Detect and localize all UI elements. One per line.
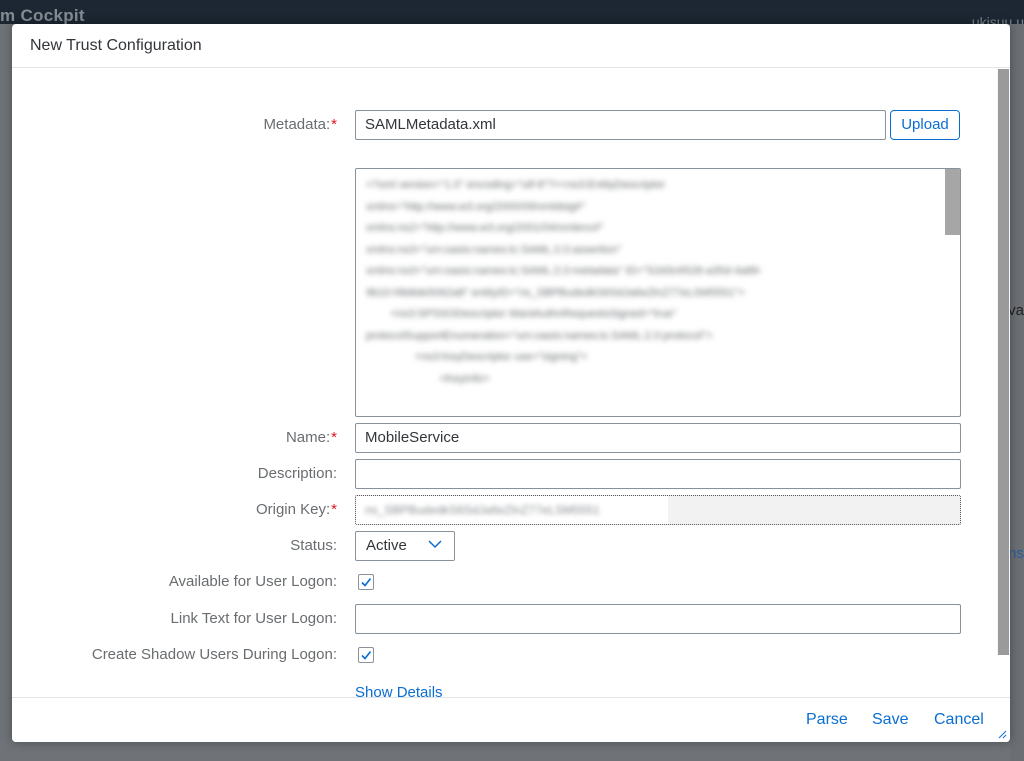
upload-button[interactable]: Upload	[890, 110, 960, 140]
status-row: Status: Active	[12, 530, 997, 562]
description-label: Description:	[257, 465, 337, 482]
status-value: Active	[366, 537, 407, 554]
new-trust-configuration-dialog: New Trust Configuration Metadata:* SAMLM…	[12, 24, 1010, 742]
checkmark-icon	[361, 578, 372, 587]
textarea-scrollbar-thumb[interactable]	[945, 169, 960, 235]
link-text-row: Link Text for User Logon:	[12, 603, 997, 635]
background-text-fragment: va	[1008, 302, 1024, 319]
background-link-fragment: ns	[1008, 545, 1024, 562]
required-indicator: *	[331, 116, 337, 133]
origin-key-label: Origin Key:*	[255, 501, 337, 518]
status-label: Status:	[290, 537, 337, 554]
metadata-row: Metadata:* SAMLMetadata.xml Upload	[12, 109, 997, 141]
status-select[interactable]: Active	[355, 531, 455, 561]
description-input[interactable]	[355, 459, 961, 489]
show-details-link[interactable]: Show Details	[355, 684, 443, 697]
save-button[interactable]: Save	[872, 698, 908, 742]
metadata-file-input[interactable]: SAMLMetadata.xml	[355, 110, 886, 140]
origin-key-value: ns_SBPBudedkS6SdJa6eZlnZ77eLSM5551	[365, 503, 600, 517]
metadata-preview-textarea[interactable]: <?xml version="1.0" encoding="utf-8"?><n…	[355, 168, 961, 417]
description-row: Description:	[12, 458, 997, 490]
dialog-content: Metadata:* SAMLMetadata.xml Upload <?xml…	[12, 69, 1010, 697]
cancel-button[interactable]: Cancel	[934, 698, 984, 742]
available-for-logon-row: Available for User Logon:	[12, 566, 997, 598]
dialog-title: New Trust Configuration	[30, 36, 202, 54]
required-indicator: *	[331, 429, 337, 446]
background-panel-edge	[1010, 24, 1024, 761]
link-text-label: Link Text for User Logon:	[170, 610, 337, 627]
name-row: Name:* MobileService	[12, 422, 997, 454]
resize-handle-icon[interactable]	[998, 730, 1007, 739]
checkmark-icon	[361, 651, 372, 660]
chevron-down-icon	[428, 540, 442, 549]
metadata-label: Metadata:*	[263, 116, 337, 133]
background-shell-bar: m Cockpit ukisuu u	[0, 0, 1024, 30]
name-input[interactable]: MobileService	[355, 423, 961, 453]
dialog-footer: Parse Save Cancel	[12, 697, 1010, 742]
shadow-users-checkbox[interactable]	[358, 647, 374, 663]
shadow-users-label: Create Shadow Users During Logon:	[91, 646, 337, 663]
available-for-logon-label: Available for User Logon:	[168, 573, 337, 590]
origin-key-input[interactable]: ns_SBPBudedkS6SdJa6eZlnZ77eLSM5551	[355, 495, 961, 525]
available-for-logon-checkbox[interactable]	[358, 574, 374, 590]
name-label: Name:*	[285, 429, 337, 446]
origin-key-row: Origin Key:* ns_SBPBudedkS6SdJa6eZlnZ77e…	[12, 494, 997, 526]
parse-button[interactable]: Parse	[806, 698, 848, 742]
metadata-preview-text: <?xml version="1.0" encoding="utf-8"?><n…	[366, 179, 763, 385]
background-app-title: m Cockpit	[0, 6, 85, 25]
dialog-scrollbar-thumb[interactable]	[998, 69, 1009, 655]
required-indicator: *	[331, 501, 337, 518]
dialog-header: New Trust Configuration	[12, 24, 1010, 68]
link-text-input[interactable]	[355, 604, 961, 634]
shadow-users-row: Create Shadow Users During Logon:	[12, 639, 997, 671]
show-details-row: Show Details	[12, 684, 997, 697]
